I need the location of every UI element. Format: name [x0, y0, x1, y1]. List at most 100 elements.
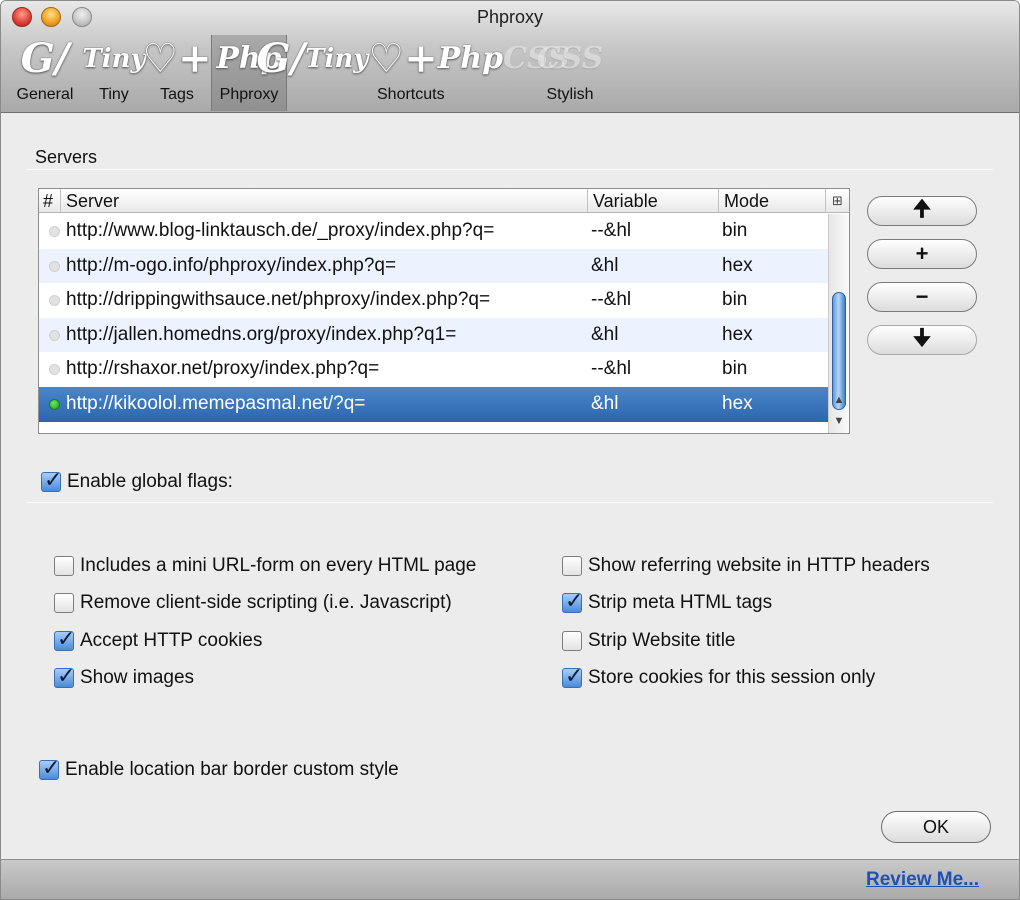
toolbar-label-stylish: Stylish [546, 86, 594, 103]
checkbox[interactable] [562, 588, 583, 614]
minus-icon: − [915, 284, 929, 309]
status-dot-icon [49, 329, 60, 341]
table-rows: http://www.blog-linktausch.de/_proxy/ind… [39, 214, 828, 422]
status-dot-icon [49, 364, 60, 376]
flag-mini-url-form[interactable]: Includes a mini URL-form on every HTML p… [54, 555, 476, 577]
flag-session-cookies[interactable]: Store cookies for this session only [562, 663, 876, 689]
flag-show-referrer[interactable]: Show referring website in HTTP headers [562, 555, 930, 577]
general-g-icon: G/ [20, 35, 70, 82]
column-picker-icon[interactable]: ⊞ [826, 189, 849, 213]
cell-server: http://www.blog-linktausch.de/_proxy/ind… [66, 220, 495, 241]
flag-strip-meta[interactable]: Strip meta HTML tags [562, 588, 773, 614]
tags-heart-plus-icon: ♡+ [142, 35, 212, 82]
checkbox[interactable] [54, 556, 74, 576]
scroll-down-arrow-icon[interactable]: ▼ [829, 412, 849, 430]
checkbox[interactable] [54, 626, 75, 652]
global-flags-label: Enable global flags: [67, 471, 233, 492]
checkbox[interactable] [562, 556, 582, 576]
status-dot-icon [49, 295, 60, 307]
col-header-server[interactable]: Server [61, 189, 588, 213]
cell-variable: --&hl [591, 220, 632, 241]
flag-show-images[interactable]: Show images [54, 663, 195, 689]
cell-server: http://m-ogo.info/phproxy/index.php?q= [66, 254, 397, 276]
table-row[interactable]: http://m-ogo.info/phproxy/index.php?q= &… [39, 248, 828, 284]
cell-mode: bin [722, 289, 748, 311]
servers-separator [27, 169, 993, 170]
plus-icon: + [915, 241, 929, 266]
flag-label: Strip meta HTML tags [588, 592, 773, 613]
toolbar-label-tiny: Tiny [99, 86, 129, 103]
flags-separator [27, 502, 993, 503]
unified-toolbar: Phproxy G/ General Tiny Tiny ♡+ Tags Php… [1, 1, 1019, 113]
table-scrollbar[interactable]: ▲ ▼ [828, 214, 849, 433]
cell-mode: hex [722, 392, 753, 414]
toolbar-label-general: General [16, 86, 74, 103]
cell-server: http://rshaxor.net/proxy/index.php?q= [66, 358, 380, 380]
shortcuts-icon: G/Tiny ♡+ Php CSS [256, 35, 570, 82]
toolbar-label-tags: Tags [160, 86, 194, 103]
cell-variable: --&hl [591, 289, 632, 311]
remove-server-button[interactable]: − [867, 282, 977, 312]
add-server-button[interactable]: + [867, 239, 977, 269]
cell-variable: --&hl [591, 358, 632, 380]
cell-mode: bin [722, 220, 748, 241]
ok-button[interactable]: OK [881, 811, 991, 843]
table-header: # Server Variable Mode ⊞ [39, 189, 849, 213]
review-me-link[interactable]: Review Me... [866, 869, 979, 891]
checkbox[interactable] [54, 663, 75, 689]
cell-variable: &hl [591, 323, 619, 345]
flag-label: Includes a mini URL-form on every HTML p… [80, 555, 477, 576]
location-bar-label: Enable location bar border custom style [65, 759, 399, 780]
flag-label: Show images [80, 667, 195, 688]
scroll-up-arrow-icon[interactable]: ▲ [829, 391, 849, 409]
cell-mode: bin [722, 358, 748, 380]
flag-label: Show referring website in HTTP headers [588, 555, 930, 576]
cell-server: http://drippingwithsauce.net/phproxy/ind… [66, 289, 491, 311]
toolbar-item-general[interactable]: G/ General [11, 35, 79, 111]
global-flags-checkbox[interactable] [41, 467, 62, 493]
location-bar-checkbox[interactable] [39, 755, 60, 781]
toolbar-item-tags[interactable]: ♡+ Tags [142, 35, 212, 111]
stylish-css-icon: CSS [536, 41, 604, 76]
window-title: Phproxy [476, 7, 544, 27]
flag-accept-cookies[interactable]: Accept HTTP cookies [54, 626, 263, 652]
table-row-selected[interactable]: http://kikoolol.memepasmal.net/?q= &hl h… [39, 386, 828, 422]
servers-section-label: Servers [35, 147, 98, 167]
flag-strip-title[interactable]: Strip Website title [562, 630, 735, 652]
checkbox[interactable] [54, 593, 74, 613]
cell-mode: hex [722, 254, 753, 276]
toolbar-label-phproxy: Phproxy [219, 86, 279, 103]
status-dot-active-icon [49, 398, 60, 410]
global-flags-toggle[interactable]: Enable global flags: [41, 467, 233, 493]
flag-label: Accept HTTP cookies [80, 630, 263, 651]
move-up-button[interactable]: 🠉 [867, 196, 977, 226]
checkbox[interactable] [562, 663, 583, 689]
location-bar-style-toggle[interactable]: Enable location bar border custom style [39, 755, 399, 781]
toolbar-item-tiny[interactable]: Tiny Tiny [82, 35, 146, 111]
servers-table[interactable]: # Server Variable Mode ⊞ http://www.blog… [38, 188, 850, 434]
cell-variable: &hl [591, 254, 619, 276]
toolbar-item-shortcuts[interactable]: G/Tiny ♡+ Php CSS Shortcuts [256, 35, 570, 111]
tiny-icon: Tiny [82, 44, 146, 74]
toolbar-item-stylish[interactable]: CSS Stylish [536, 35, 604, 111]
move-down-button[interactable]: 🠋 [867, 325, 977, 355]
col-header-variable[interactable]: Variable [588, 189, 719, 213]
cell-mode: hex [722, 323, 753, 345]
checkbox[interactable] [562, 631, 582, 651]
table-row[interactable]: http://rshaxor.net/proxy/index.php?q= --… [39, 352, 828, 387]
table-row[interactable]: http://www.blog-linktausch.de/_proxy/ind… [39, 214, 828, 249]
table-row[interactable]: http://drippingwithsauce.net/phproxy/ind… [39, 283, 828, 318]
cell-variable: &hl [591, 392, 619, 414]
toolbar-label-shortcuts: Shortcuts [377, 86, 445, 103]
col-header-number[interactable]: # [39, 189, 61, 213]
flag-label: Remove client-side scripting (i.e. Javas… [80, 592, 452, 613]
table-row[interactable]: http://jallen.homedns.org/proxy/index.ph… [39, 317, 828, 353]
status-dot-icon [49, 260, 60, 272]
flag-remove-scripting[interactable]: Remove client-side scripting (i.e. Javas… [54, 592, 452, 614]
status-dot-icon [49, 226, 60, 237]
flag-label: Store cookies for this session only [588, 667, 876, 688]
col-header-mode[interactable]: Mode [719, 189, 826, 213]
cell-server: http://jallen.homedns.org/proxy/index.ph… [66, 323, 457, 345]
flag-label: Strip Website title [588, 630, 736, 651]
preferences-window: Phproxy G/ General Tiny Tiny ♡+ Tags Php… [0, 0, 1020, 900]
